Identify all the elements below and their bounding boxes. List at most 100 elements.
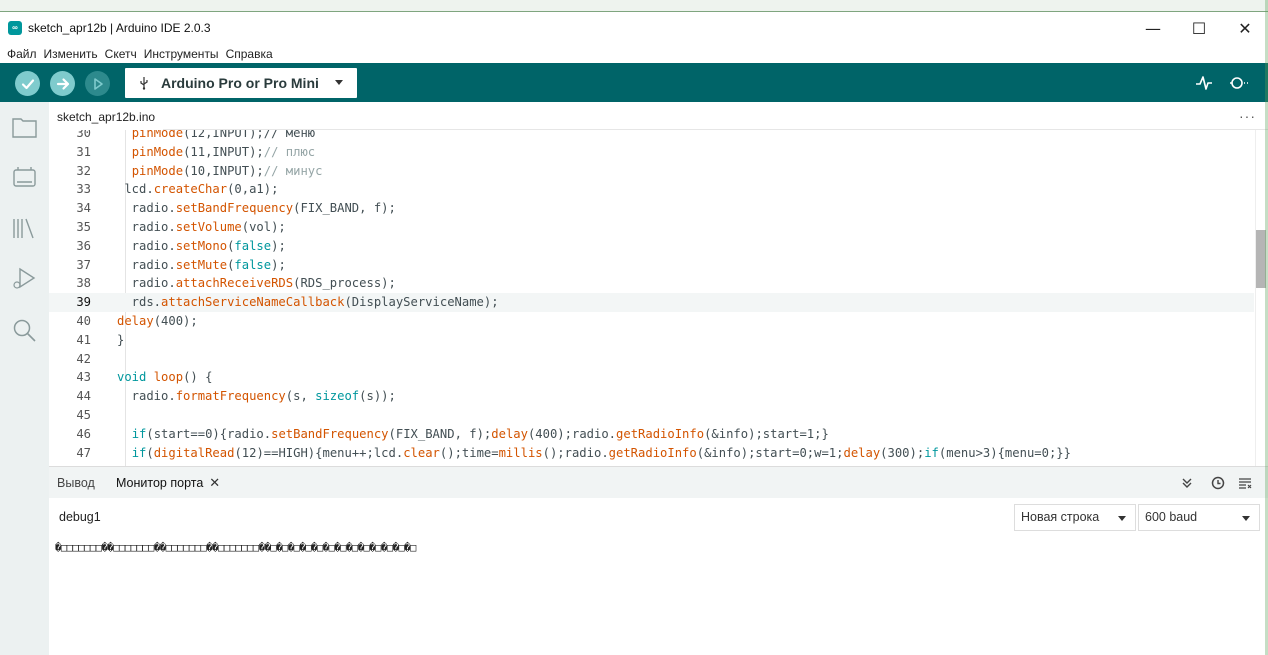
line-number: 41 xyxy=(76,332,91,347)
debug-button[interactable] xyxy=(85,71,110,96)
code-line-43[interactable]: 43 void loop() { xyxy=(49,368,1254,387)
code-line-39[interactable]: 39 rds.attachServiceNameCallback(Display… xyxy=(49,293,1254,313)
serial-input[interactable]: debug1 xyxy=(59,510,101,524)
editor-tabs: sketch_apr12b.ino ··· xyxy=(49,102,1268,130)
more-actions-button[interactable]: ··· xyxy=(1239,108,1256,124)
code-token: loop xyxy=(153,370,184,385)
clock-icon xyxy=(1211,476,1225,490)
code-line-32[interactable]: 32 pinMode(10,INPUT);// минус xyxy=(49,162,1254,181)
folder-icon[interactable] xyxy=(11,114,38,141)
minimize-button[interactable]: — xyxy=(1130,12,1176,44)
baud-rate-value: 600 baud xyxy=(1145,510,1198,524)
code-line-35[interactable]: 35 radio.setVolume(vol); xyxy=(49,218,1254,237)
verify-button[interactable] xyxy=(15,71,40,96)
code-token: (0,a1); xyxy=(227,182,279,197)
code-token: delay xyxy=(491,426,528,441)
code-line-36[interactable]: 36 radio.setMono(false); xyxy=(49,237,1254,256)
code-token: (FIX_BAND, f); xyxy=(388,426,492,441)
search-icon[interactable] xyxy=(11,317,38,344)
code-text: pinMode(12,INPUT);// меню xyxy=(117,130,315,143)
menu-edit[interactable]: Изменить xyxy=(44,47,98,61)
maximize-button[interactable]: ☐ xyxy=(1176,12,1222,44)
code-line-44[interactable]: 44 radio.formatFrequency(s, sizeof(s)); xyxy=(49,387,1254,406)
code-line-41[interactable]: 41} xyxy=(49,331,1254,350)
code-line-37[interactable]: 37 radio.setMute(false); xyxy=(49,256,1254,275)
debug-sidebar-icon[interactable] xyxy=(11,265,38,292)
code-token: lcd. xyxy=(117,182,154,197)
code-line-46[interactable]: 46 if(start==0){radio.setBandFrequency(F… xyxy=(49,425,1254,444)
menu-file[interactable]: Файл xyxy=(7,47,37,61)
code-line-40[interactable]: 40 delay(400); xyxy=(49,312,1254,331)
code-line-31[interactable]: 31 pinMode(11,INPUT);// плюс xyxy=(49,143,1254,162)
code-token: setMono xyxy=(175,238,228,253)
board-selector[interactable]: Arduino Pro or Pro Mini xyxy=(125,68,357,98)
clear-icon xyxy=(1239,478,1252,489)
code-token: ();radio. xyxy=(542,445,609,460)
menu-sketch[interactable]: Скетч xyxy=(105,47,137,61)
code-line-42[interactable]: 42 xyxy=(49,350,1254,369)
line-ending-select[interactable]: Новая строка xyxy=(1014,504,1136,531)
code-line-33[interactable]: 33 lcd.createChar(0,a1); xyxy=(49,180,1254,199)
code-token: (RDS_process); xyxy=(293,276,396,291)
code-token: void xyxy=(117,370,147,385)
code-token: radio. xyxy=(117,220,176,234)
code-editor[interactable]: 30 pinMode(12,INPUT);// меню 31 pinMode(1… xyxy=(49,130,1268,466)
library-icon[interactable] xyxy=(11,215,38,242)
tab-serial-monitor-label: Монитор порта xyxy=(116,476,204,490)
code-token: false xyxy=(234,257,272,272)
code-line-34[interactable]: 34 radio.setBandFrequency(FIX_BAND, f); xyxy=(49,199,1254,218)
tab-sketch[interactable]: sketch_apr12b.ino xyxy=(49,102,164,130)
baud-rate-select[interactable]: 600 baud xyxy=(1138,504,1260,531)
line-number: 31 xyxy=(76,144,91,159)
code-line-38[interactable]: 38 radio.attachReceiveRDS(RDS_process); xyxy=(49,274,1254,293)
code-token: ); xyxy=(271,257,286,272)
code-token: setVolume xyxy=(175,220,242,234)
magnifier-icon xyxy=(1230,77,1248,89)
code-line-45[interactable]: 45 xyxy=(49,406,1254,425)
line-number: 46 xyxy=(76,426,91,441)
board-manager-icon[interactable] xyxy=(11,164,38,191)
code-token: setBandFrequency xyxy=(175,201,294,216)
code-token: radio. xyxy=(117,201,176,216)
window-title: sketch_apr12b | Arduino IDE 2.0.3 xyxy=(28,21,211,35)
close-button[interactable]: ✕ xyxy=(1222,12,1268,44)
code-text: if(start==0){radio.setBandFrequency(FIX_… xyxy=(117,425,829,444)
menu-bar: Файл Изменить Скетч Инструменты Справка xyxy=(0,44,1268,63)
code-token: digitalRead xyxy=(153,445,235,460)
code-line-47[interactable]: 47 if(digitalRead(12)==HIGH){menu++;lcd.… xyxy=(49,444,1254,463)
code-token: false xyxy=(234,238,272,253)
toolbar: Arduino Pro or Pro Mini xyxy=(0,63,1268,102)
code-token: // минус xyxy=(263,163,323,178)
code-line-30[interactable]: 30 pinMode(12,INPUT);// меню xyxy=(49,130,1254,143)
serial-monitor-button[interactable] xyxy=(1228,73,1250,93)
code-token: () { xyxy=(183,370,213,385)
code-token: (s)); xyxy=(359,389,396,404)
code-token: setMute xyxy=(175,257,228,272)
close-icon[interactable]: ✕ xyxy=(209,475,220,490)
clear-output-button[interactable] xyxy=(1237,475,1253,491)
activity-bar xyxy=(0,102,49,655)
code-token: (start==0){radio. xyxy=(146,426,272,441)
arrow-right-icon xyxy=(56,77,69,90)
serial-plotter-button[interactable] xyxy=(1193,73,1215,93)
serial-output: �□□□□□□□��□□□□□□□��□□□□□□□��□□□□□□□��□�□… xyxy=(49,536,1268,655)
upload-button[interactable] xyxy=(50,71,75,96)
tab-serial-monitor[interactable]: Монитор порта ✕ xyxy=(116,467,220,499)
code-token: getRadioInfo xyxy=(616,426,705,441)
timestamp-button[interactable] xyxy=(1210,475,1226,491)
code-token: pinMode xyxy=(131,163,184,178)
code-token: pinMode xyxy=(131,130,184,140)
code-token: (s, xyxy=(285,389,316,404)
line-number: 35 xyxy=(76,220,91,234)
code-token: (10,INPUT); xyxy=(183,163,264,178)
code-token: (DisplayServiceName); xyxy=(344,295,499,310)
code-text: radio.formatFrequency(s, sizeof(s)); xyxy=(117,387,396,406)
background-window-strip xyxy=(0,0,1268,12)
code-token: pinMode xyxy=(131,144,184,159)
tab-output[interactable]: Вывод xyxy=(57,467,95,499)
autoscroll-button[interactable] xyxy=(1179,475,1195,491)
menu-tools[interactable]: Инструменты xyxy=(144,47,219,61)
code-token: radio. xyxy=(117,389,176,404)
menu-help[interactable]: Справка xyxy=(226,47,273,61)
